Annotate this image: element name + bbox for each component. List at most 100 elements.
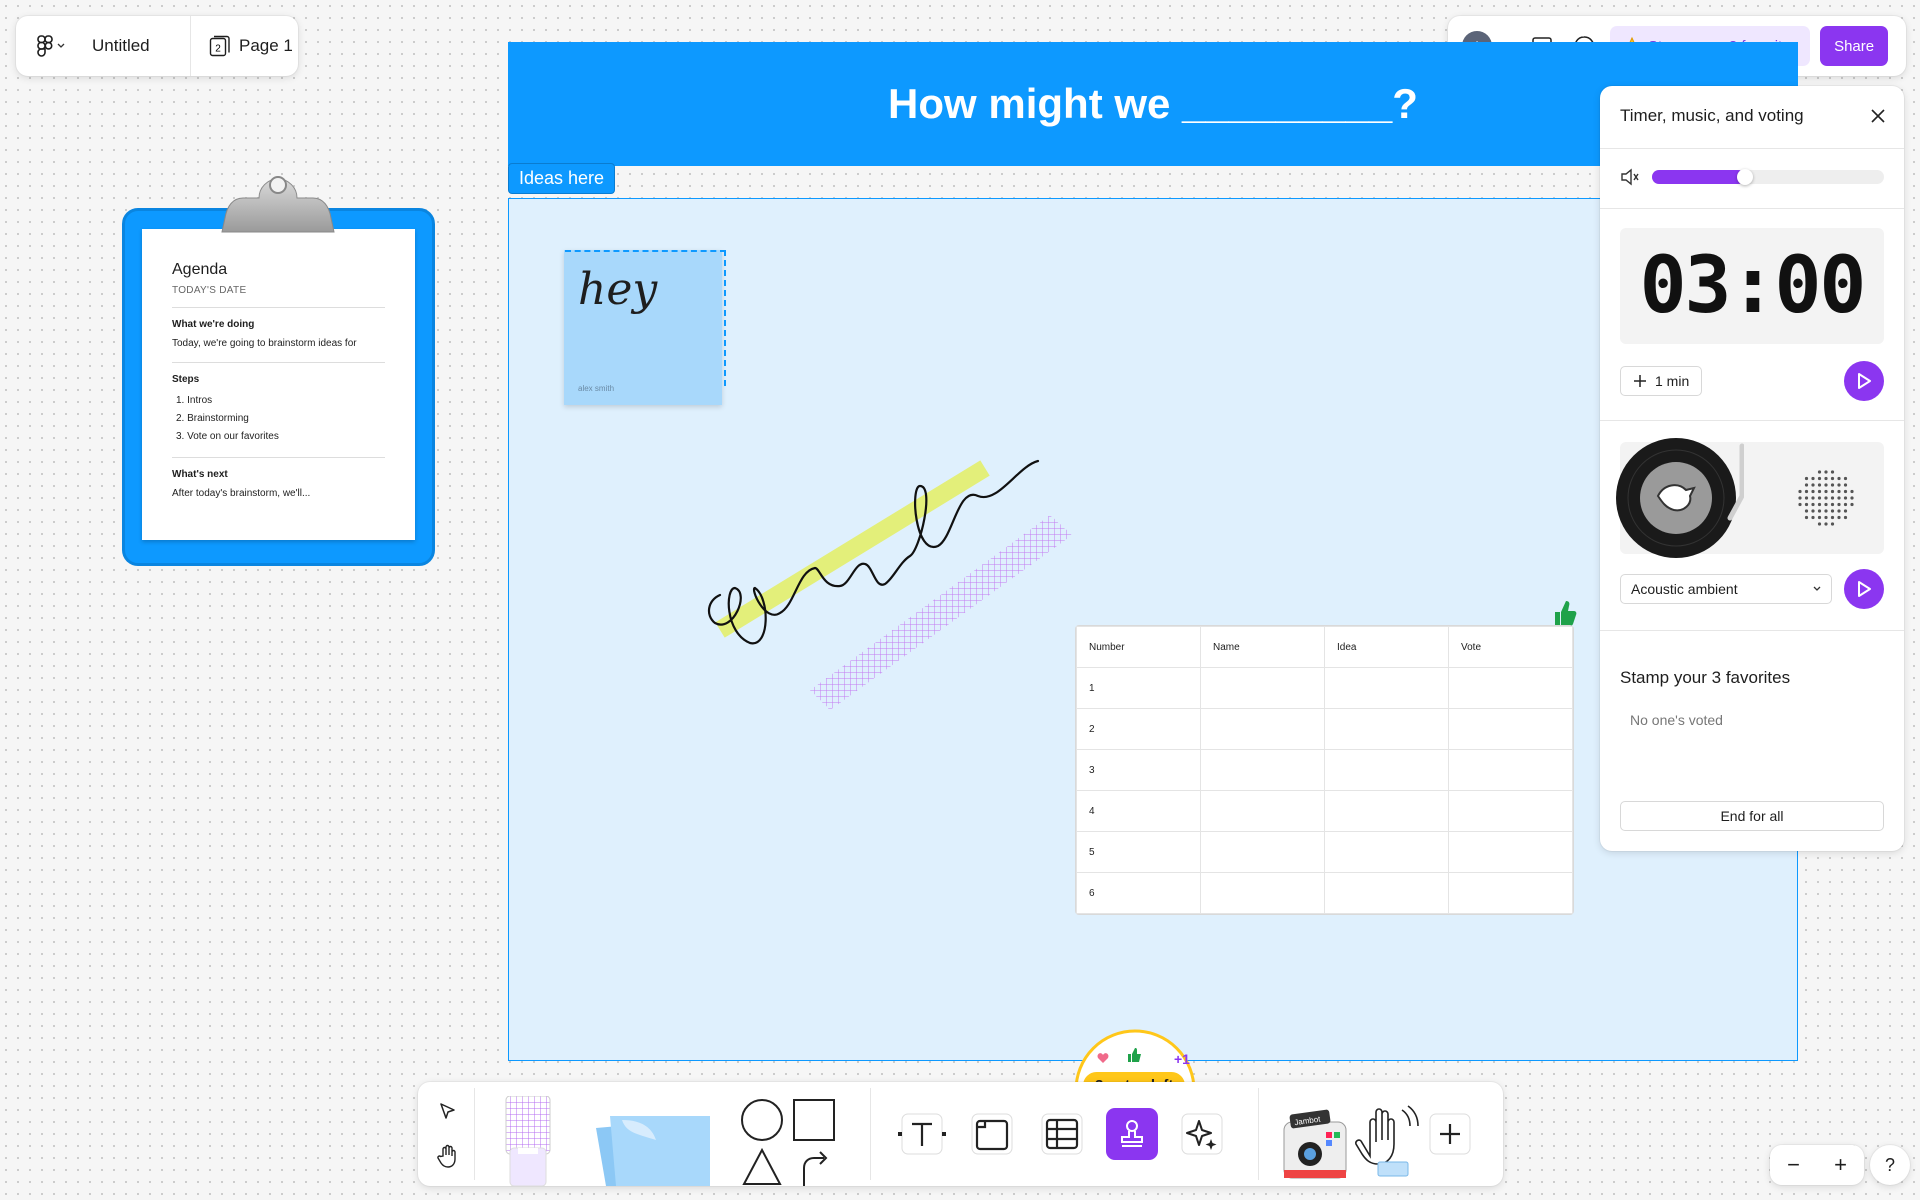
table-header-row: Number Name Idea Vote (1076, 626, 1573, 668)
drawings-layer[interactable] (700, 420, 1080, 710)
move-tool[interactable] (432, 1096, 464, 1128)
vinyl-record-icon (1616, 438, 1744, 558)
table-cell[interactable] (1200, 749, 1325, 791)
agenda-card: Agenda TODAY'S DATE What we're doing Tod… (142, 229, 415, 540)
sticky-author: alex smith (578, 384, 615, 393)
table-cell[interactable] (1448, 667, 1573, 709)
timer-music-voting-panel: Timer, music, and voting 03:00 1 min Aco (1600, 86, 1904, 851)
table-cell[interactable] (1448, 749, 1573, 791)
table-cell[interactable]: 3 (1076, 749, 1201, 791)
zoom-out-button[interactable]: − (1787, 1152, 1800, 1178)
speaker-grille-icon (1798, 470, 1854, 526)
agenda-title: Agenda (172, 261, 228, 278)
section-tool[interactable] (966, 1108, 1018, 1160)
table-cell[interactable] (1324, 749, 1449, 791)
table-cell[interactable] (1324, 872, 1449, 914)
table-cell[interactable] (1448, 708, 1573, 750)
table-cell[interactable]: 6 (1076, 872, 1201, 914)
table-header-cell[interactable]: Vote (1448, 626, 1573, 668)
timer-play-button[interactable] (1844, 361, 1884, 401)
table-cell[interactable] (1324, 831, 1449, 873)
volume-thumb[interactable] (1736, 169, 1753, 185)
table-cell[interactable]: 5 (1076, 831, 1201, 873)
chevron-down-icon (1813, 586, 1821, 591)
table-cell[interactable] (1200, 667, 1325, 709)
agenda-date: TODAY'S DATE (172, 285, 247, 296)
divider (1258, 1088, 1259, 1180)
file-name[interactable]: Untitled (86, 36, 190, 56)
table-header-cell[interactable]: Idea (1324, 626, 1449, 668)
play-icon (1858, 581, 1871, 597)
ideas-table[interactable]: Number Name Idea Vote 1 2 3 4 5 6 (1075, 625, 1574, 915)
selection-outline (565, 250, 726, 386)
timer-value: 03:00 (1639, 241, 1867, 331)
table-header-cell[interactable]: Name (1200, 626, 1325, 668)
help-button[interactable]: ? (1870, 1145, 1910, 1185)
plus-icon (1429, 1113, 1471, 1155)
table-cell[interactable] (1200, 872, 1325, 914)
next-heading: What's next (172, 469, 228, 480)
close-button[interactable] (1862, 100, 1894, 132)
text-icon (898, 1113, 946, 1155)
add-minute-button[interactable]: 1 min (1620, 366, 1703, 396)
sticky-note-tool-icon[interactable] (586, 1098, 726, 1186)
table-tool[interactable] (1036, 1108, 1088, 1160)
end-for-all-button[interactable]: End for all (1620, 801, 1884, 831)
music-player (1616, 438, 1884, 558)
marker-tool-icon[interactable] (498, 1096, 558, 1186)
table-cell[interactable] (1200, 831, 1325, 873)
bottom-toolbar: Jambot (418, 1082, 1503, 1186)
close-icon (1871, 109, 1885, 123)
hand-tool[interactable] (432, 1140, 464, 1172)
voting-title: Stamp your 3 favorites (1620, 668, 1791, 687)
table-cell[interactable] (1324, 667, 1449, 709)
main-menu-button[interactable] (16, 16, 86, 76)
step-item: 1. Intros (176, 395, 213, 406)
section-icon (971, 1113, 1013, 1155)
table-cell[interactable]: 4 (1076, 790, 1201, 832)
steps-heading: Steps (172, 374, 200, 385)
divider (172, 307, 385, 308)
table-header-cell[interactable]: Number (1076, 626, 1201, 668)
text-tool[interactable] (896, 1108, 948, 1160)
divider (1600, 148, 1904, 149)
table-cell[interactable]: 2 (1076, 708, 1201, 750)
table-cell[interactable] (1324, 708, 1449, 750)
page-selector[interactable]: 2 Page 1 (191, 35, 293, 57)
zoom-in-button[interactable]: + (1834, 1152, 1847, 1178)
more-tools-button[interactable] (1424, 1108, 1476, 1160)
divider (1600, 208, 1904, 209)
table-row: 4 (1076, 790, 1573, 832)
table-cell[interactable] (1324, 790, 1449, 832)
music-play-button[interactable] (1844, 569, 1884, 609)
hand-icon (437, 1144, 456, 1168)
volume-icon[interactable] (1620, 168, 1640, 186)
thumbs-up-icon (1555, 601, 1577, 626)
ai-tool[interactable] (1176, 1108, 1228, 1160)
page-label: Page 1 (239, 36, 293, 55)
divider (1600, 420, 1904, 421)
zoom-controls: − + (1770, 1145, 1864, 1185)
table-cell[interactable] (1448, 790, 1573, 832)
shapes-tool-icon[interactable] (740, 1098, 844, 1186)
section-label[interactable]: Ideas here (508, 163, 616, 194)
table-cell[interactable] (1200, 708, 1325, 750)
share-button[interactable]: Share (1820, 26, 1889, 66)
table-cell[interactable] (1448, 831, 1573, 873)
jambot-camera-icon[interactable]: Jambot (1280, 1104, 1352, 1184)
music-track-select[interactable]: Acoustic ambient (1620, 574, 1832, 604)
clipboard-clip-icon (221, 176, 335, 233)
table-cell[interactable] (1200, 790, 1325, 832)
table-cell[interactable] (1448, 872, 1573, 914)
volume-slider[interactable] (1652, 169, 1884, 185)
table-icon (1041, 1113, 1083, 1155)
table-cell[interactable]: 1 (1076, 667, 1201, 709)
divider (172, 362, 385, 363)
doing-heading: What we're doing (172, 319, 255, 330)
stamp-tool[interactable] (1106, 1108, 1158, 1160)
table-row: 1 (1076, 667, 1573, 709)
table-row: 3 (1076, 749, 1573, 791)
wave-hand-icon[interactable] (1352, 1100, 1422, 1180)
voting-status: No one's voted (1630, 712, 1723, 728)
table-row: 2 (1076, 708, 1573, 750)
